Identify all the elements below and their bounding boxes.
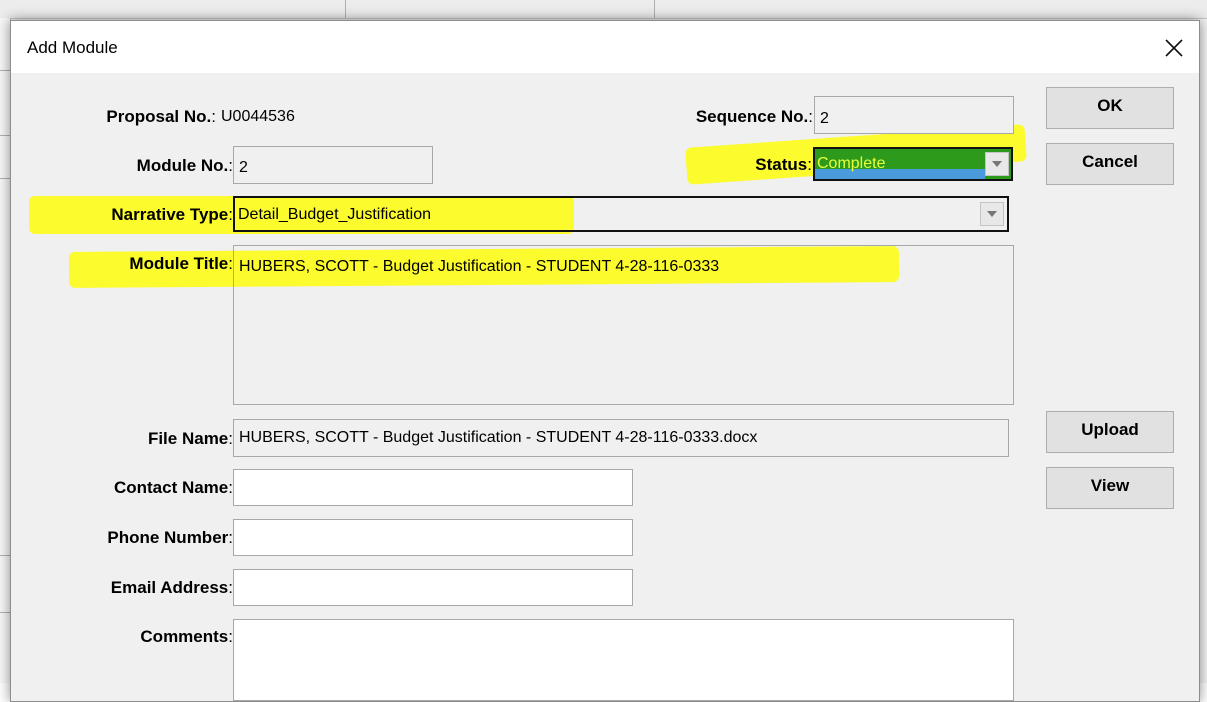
close-button[interactable] (1159, 33, 1189, 63)
file-name-field: HUBERS, SCOTT - Budget Justification - S… (233, 419, 1009, 457)
sequence-no-label: Sequence No.: (695, 107, 813, 126)
background-cell (346, 0, 655, 18)
module-title-textarea[interactable]: HUBERS, SCOTT - Budget Justification - S… (233, 245, 1014, 405)
background-gridline (0, 178, 10, 179)
background-gridline (0, 70, 10, 71)
dialog-title: Add Module (27, 38, 118, 57)
background-gridline (0, 612, 10, 613)
close-icon (1165, 39, 1183, 57)
chevron-down-icon[interactable] (985, 152, 1009, 176)
proposal-no-label: Proposal No.: (106, 107, 216, 126)
status-select[interactable]: Complete (813, 147, 1013, 181)
proposal-no-value: U0044536 (221, 108, 295, 125)
module-title-label: Module Title: (129, 254, 233, 273)
view-button[interactable]: View (1046, 467, 1174, 509)
phone-number-input[interactable] (233, 519, 633, 556)
comments-label: Comments: (140, 627, 233, 646)
chevron-down-icon[interactable] (980, 202, 1004, 226)
module-title-value: HUBERS, SCOTT - Budget Justification - S… (239, 258, 720, 275)
email-address-label: Email Address: (110, 578, 233, 597)
contact-name-label: Contact Name: (113, 478, 233, 497)
status-value: Complete (817, 155, 886, 172)
upload-button[interactable]: Upload (1046, 411, 1174, 453)
ok-button[interactable]: OK (1046, 87, 1174, 129)
background-cell (0, 0, 346, 18)
comments-textarea[interactable] (233, 619, 1014, 701)
contact-name-input[interactable] (233, 469, 633, 506)
background-toolbar (0, 0, 1207, 19)
file-name-label: File Name: (147, 429, 233, 448)
background-gridline (0, 555, 10, 556)
narrative-type-value: Detail_Budget_Justification (238, 206, 432, 223)
module-no-label: Module No.: (136, 156, 233, 175)
sequence-no-field: 2 (814, 96, 1014, 134)
status-label: Status: (755, 155, 812, 174)
module-no-field: 2 (233, 146, 433, 184)
email-address-input[interactable] (233, 569, 633, 606)
narrative-type-label: Narrative Type: (111, 205, 233, 224)
narrative-type-select[interactable]: Detail_Budget_Justification (233, 196, 1009, 232)
phone-number-label: Phone Number: (107, 528, 233, 547)
background-gridline (0, 135, 10, 136)
cancel-button[interactable]: Cancel (1046, 143, 1174, 185)
add-module-dialog: Add Module Proposal No.: U0044536 Sequen… (10, 20, 1200, 702)
dialog-titlebar: Add Module (11, 21, 1199, 73)
